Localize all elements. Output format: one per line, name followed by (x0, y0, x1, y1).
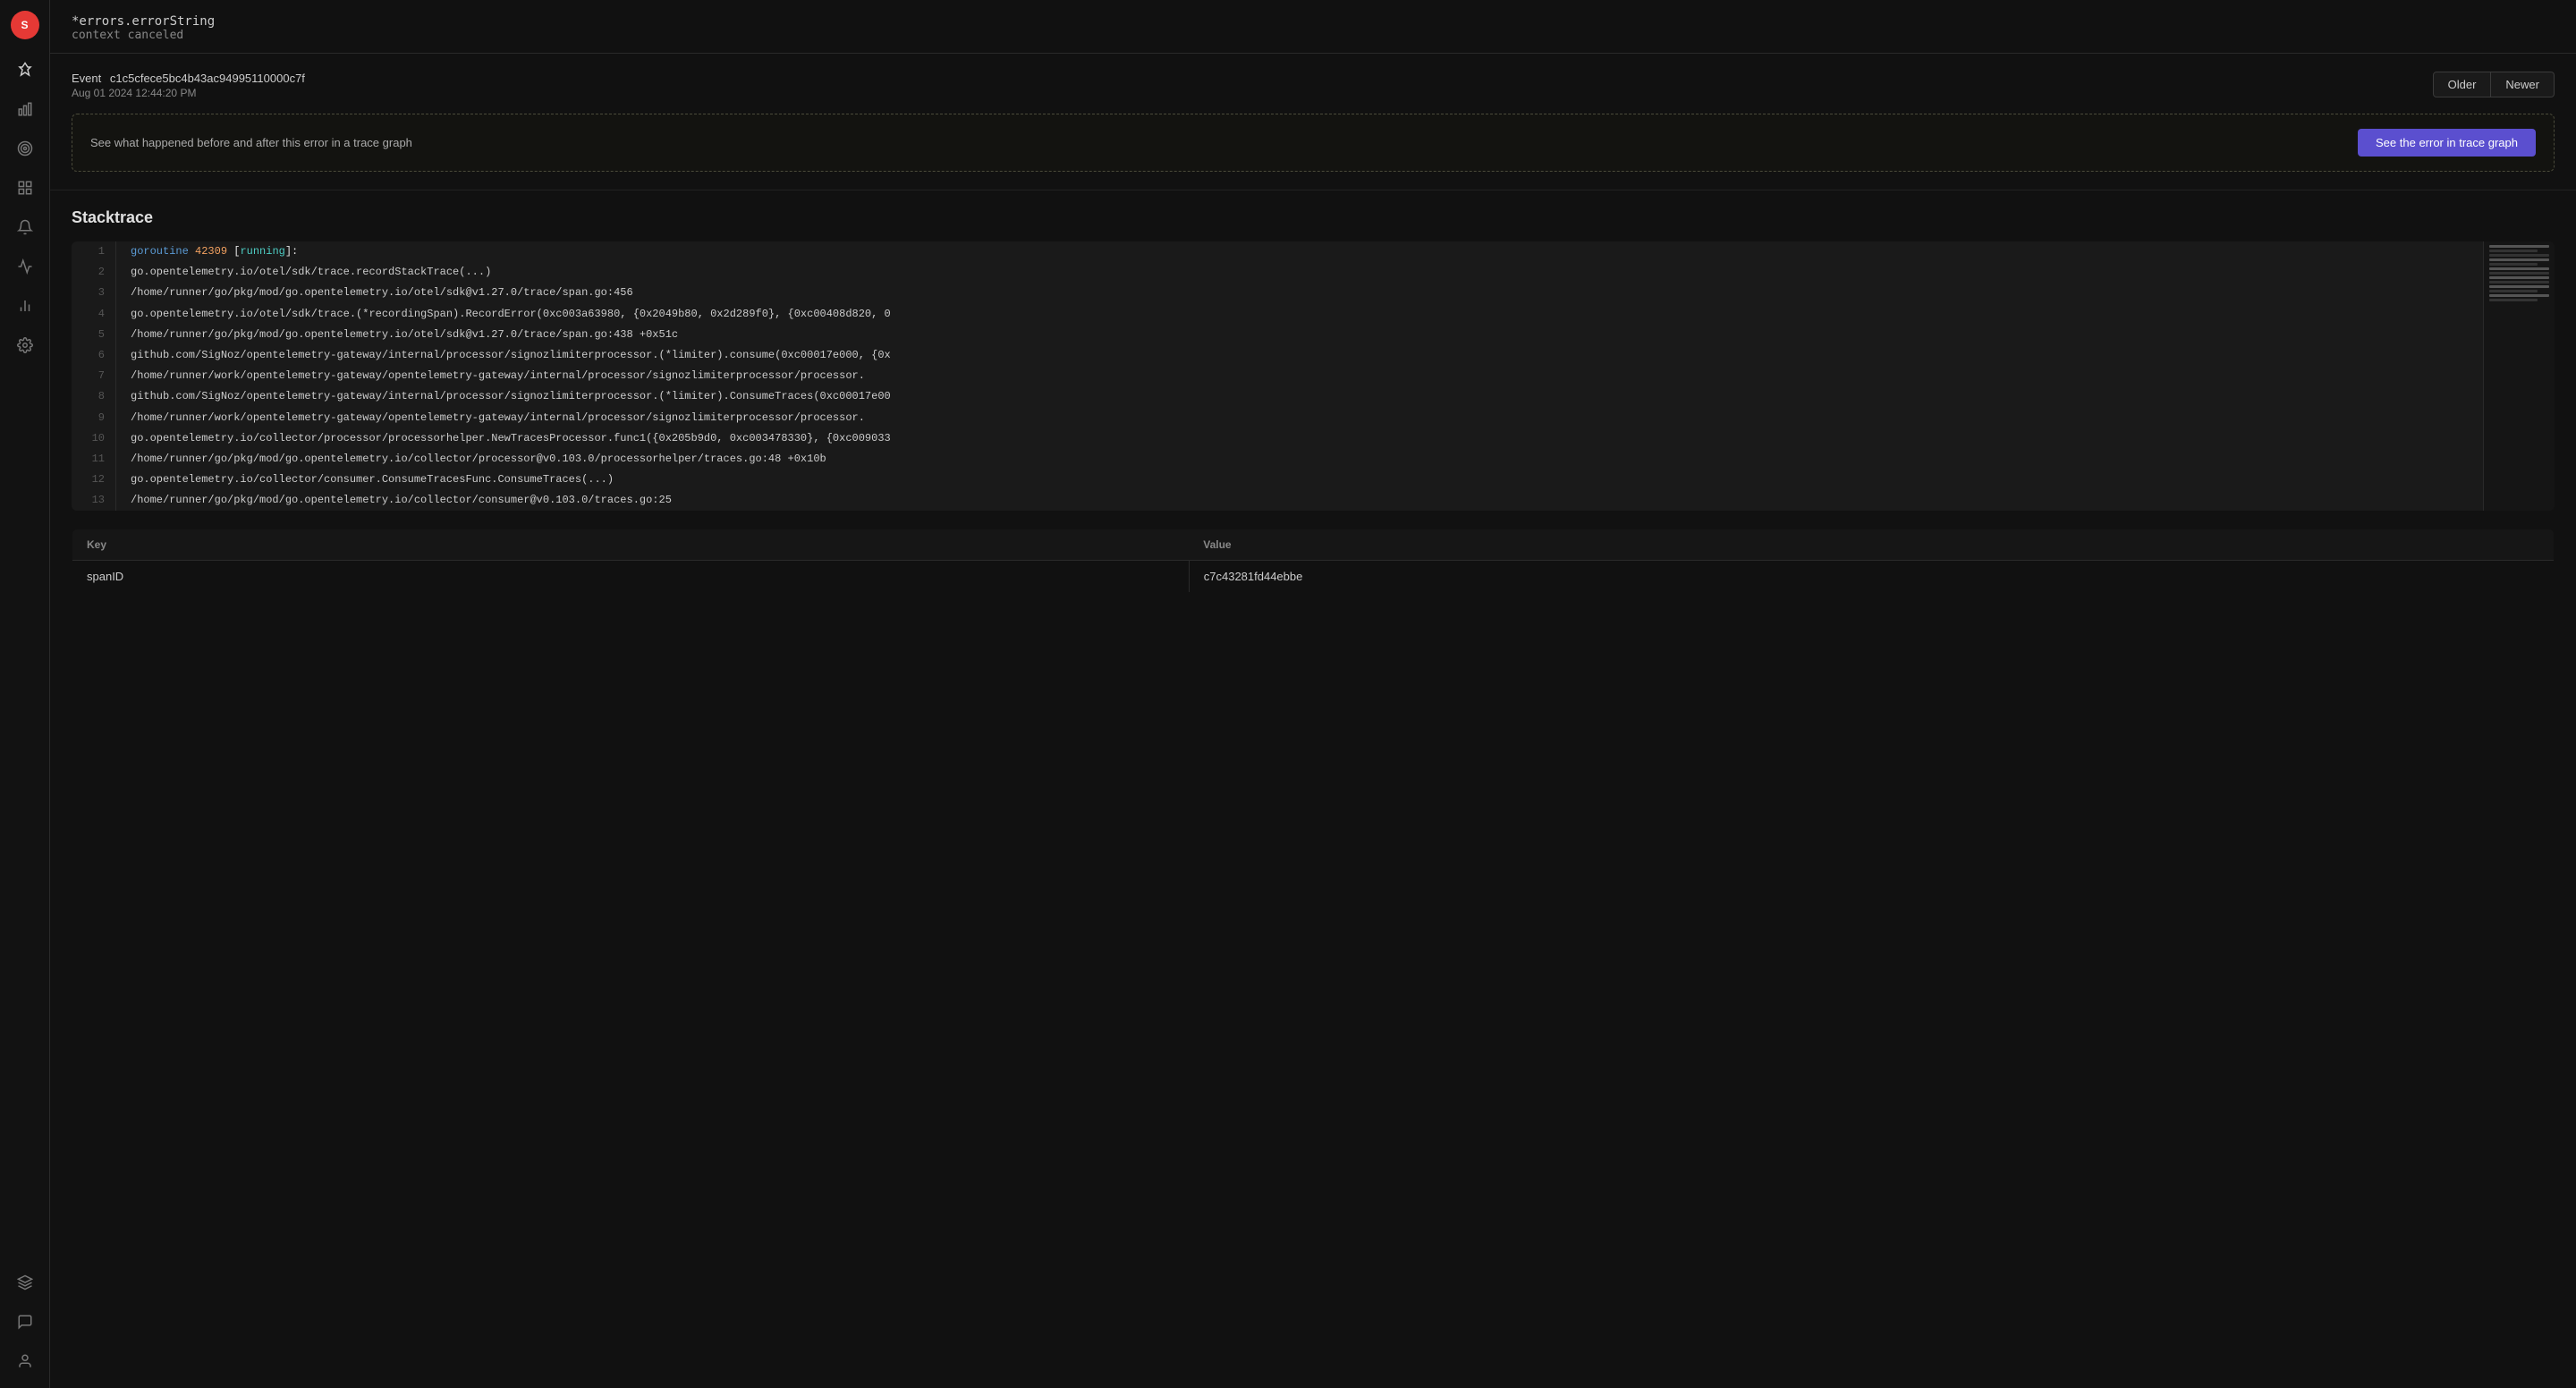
sidebar-icon-layers[interactable] (9, 1266, 41, 1299)
sidebar-icon-target[interactable] (9, 132, 41, 165)
code-line: 1goroutine 42309 [running]: (72, 241, 2555, 262)
line-number: 2 (72, 262, 116, 283)
line-content: go.opentelemetry.io/otel/sdk/trace.(*rec… (116, 304, 2555, 325)
line-number: 4 (72, 304, 116, 325)
error-title: *errors.errorString (72, 14, 2555, 29)
code-line: 11 /home/runner/go/pkg/mod/go.openteleme… (72, 449, 2555, 470)
code-line: 4go.opentelemetry.io/otel/sdk/trace.(*re… (72, 304, 2555, 325)
line-number: 5 (72, 325, 116, 345)
code-minimap (2483, 241, 2555, 511)
kv-table: Key Value spanIDc7c43281fd44ebbe (72, 529, 2555, 593)
table-row: spanIDc7c43281fd44ebbe (72, 561, 2555, 593)
line-content: /home/runner/go/pkg/mod/go.opentelemetry… (116, 490, 2555, 511)
line-content: /home/runner/go/pkg/mod/go.opentelemetry… (116, 325, 2555, 345)
event-label: Event (72, 72, 101, 85)
trace-graph-button[interactable]: See the error in trace graph (2358, 129, 2536, 157)
error-subtitle: context canceled (72, 29, 2555, 42)
line-number: 11 (72, 449, 116, 470)
line-content: /home/runner/go/pkg/mod/go.opentelemetry… (116, 449, 2555, 470)
line-content: go.opentelemetry.io/collector/consumer.C… (116, 470, 2555, 490)
sidebar-icon-line-chart[interactable] (9, 290, 41, 322)
code-line: 6github.com/SigNoz/opentelemetry-gateway… (72, 345, 2555, 366)
main-content: *errors.errorString context canceled Eve… (50, 0, 2576, 1388)
stacktrace-title: Stacktrace (72, 208, 2555, 227)
code-line: 10go.opentelemetry.io/collector/processo… (72, 428, 2555, 449)
line-content: /home/runner/go/pkg/mod/go.opentelemetry… (116, 283, 2555, 303)
code-line: 3 /home/runner/go/pkg/mod/go.opentelemet… (72, 283, 2555, 303)
event-date: Aug 01 2024 12:44:20 PM (72, 87, 305, 99)
table-section: Key Value spanIDc7c43281fd44ebbe (50, 529, 2576, 614)
table-value: c7c43281fd44ebbe (1189, 561, 2554, 593)
event-header: Event c1c5cfece5bc4b43ac94995110000c7f A… (72, 72, 2555, 99)
line-number: 7 (72, 366, 116, 386)
code-block: 1goroutine 42309 [running]:2go.opentelem… (72, 241, 2555, 511)
trace-banner: See what happened before and after this … (72, 114, 2555, 172)
event-section: Event c1c5cfece5bc4b43ac94995110000c7f A… (50, 54, 2576, 190)
older-button[interactable]: Older (2433, 72, 2492, 97)
code-line: 2go.opentelemetry.io/otel/sdk/trace.reco… (72, 262, 2555, 283)
value-column-header: Value (1189, 529, 2554, 561)
event-id: Event c1c5cfece5bc4b43ac94995110000c7f (72, 72, 305, 85)
line-content: go.opentelemetry.io/otel/sdk/trace.recor… (116, 262, 2555, 283)
sidebar-icon-pipeline[interactable] (9, 250, 41, 283)
sidebar-icon-chart[interactable] (9, 93, 41, 125)
sidebar-icon-message[interactable] (9, 1306, 41, 1338)
line-number: 9 (72, 408, 116, 428)
kv-table-body: spanIDc7c43281fd44ebbe (72, 561, 2555, 593)
code-line: 12go.opentelemetry.io/collector/consumer… (72, 470, 2555, 490)
sidebar-icon-settings[interactable] (9, 329, 41, 361)
nav-buttons: Older Newer (2433, 72, 2555, 97)
line-number: 3 (72, 283, 116, 303)
code-line: 13 /home/runner/go/pkg/mod/go.openteleme… (72, 490, 2555, 511)
table-key: spanID (72, 561, 1190, 593)
sidebar-icon-alert[interactable] (9, 211, 41, 243)
code-line: 7 /home/runner/work/opentelemetry-gatewa… (72, 366, 2555, 386)
trace-banner-text: See what happened before and after this … (90, 136, 412, 149)
code-line: 9 /home/runner/work/opentelemetry-gatewa… (72, 408, 2555, 428)
line-content: /home/runner/work/opentelemetry-gateway/… (116, 408, 2555, 428)
sidebar: S (0, 0, 50, 1388)
event-info: Event c1c5cfece5bc4b43ac94995110000c7f A… (72, 72, 305, 99)
line-content: go.opentelemetry.io/collector/processor/… (116, 428, 2555, 449)
line-number: 8 (72, 386, 116, 407)
app-logo: S (11, 11, 39, 39)
line-number: 12 (72, 470, 116, 490)
key-column-header: Key (72, 529, 1190, 561)
event-id-value: c1c5cfece5bc4b43ac94995110000c7f (110, 72, 305, 85)
line-content: goroutine 42309 [running]: (116, 241, 2555, 262)
line-number: 6 (72, 345, 116, 366)
line-content: github.com/SigNoz/opentelemetry-gateway/… (116, 386, 2555, 407)
sidebar-icon-user[interactable] (9, 1345, 41, 1377)
code-lines: 1goroutine 42309 [running]:2go.opentelem… (72, 241, 2555, 511)
line-content: github.com/SigNoz/opentelemetry-gateway/… (116, 345, 2555, 366)
sidebar-icon-rocket[interactable] (9, 54, 41, 86)
code-line: 5 /home/runner/go/pkg/mod/go.opentelemet… (72, 325, 2555, 345)
line-number: 10 (72, 428, 116, 449)
line-number: 13 (72, 490, 116, 511)
line-content: /home/runner/work/opentelemetry-gateway/… (116, 366, 2555, 386)
logo-text: S (21, 19, 28, 31)
error-header: *errors.errorString context canceled (50, 0, 2576, 54)
stacktrace-section: Stacktrace 1goroutine 42309 [running]:2g… (50, 190, 2576, 529)
newer-button[interactable]: Newer (2491, 72, 2555, 97)
sidebar-icon-grid[interactable] (9, 172, 41, 204)
line-number: 1 (72, 241, 116, 262)
code-line: 8github.com/SigNoz/opentelemetry-gateway… (72, 386, 2555, 407)
